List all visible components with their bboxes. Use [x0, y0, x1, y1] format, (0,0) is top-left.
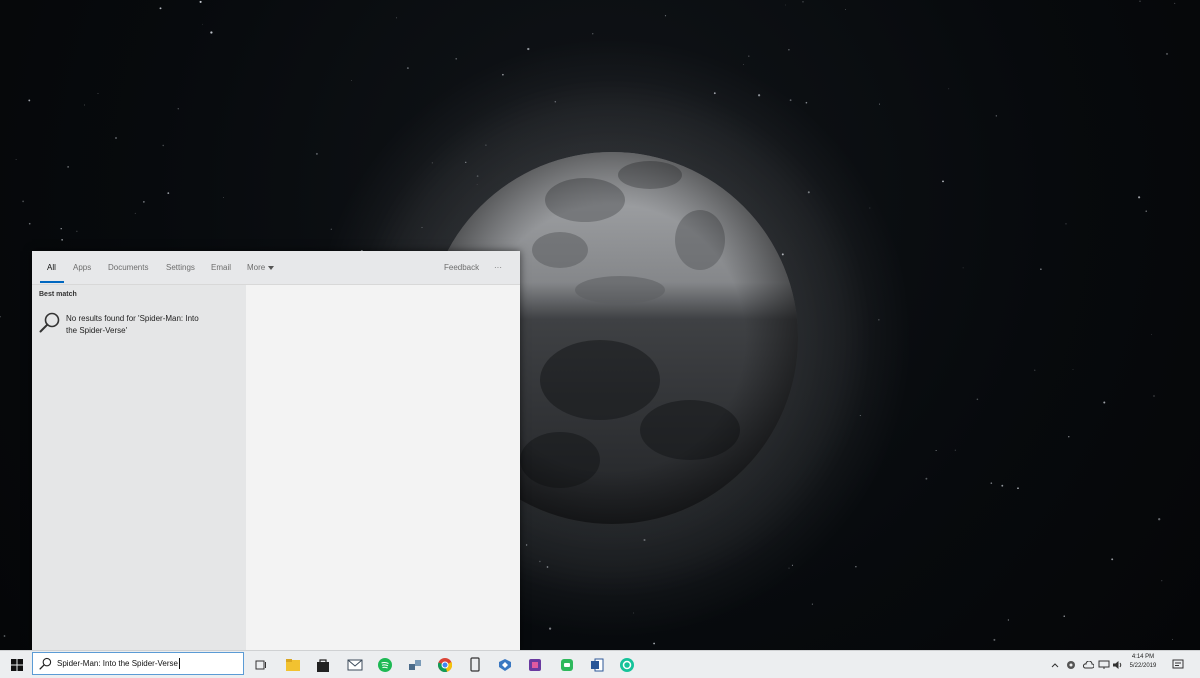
start-button[interactable]: [4, 651, 30, 678]
grammarly-button[interactable]: [614, 651, 640, 678]
messages-icon: [561, 658, 573, 671]
no-results-text: No results found for 'Spider-Man: Into t…: [66, 313, 234, 337]
phone-button[interactable]: [462, 651, 488, 678]
results-list-pane: Best match No results found for 'Spider-…: [32, 285, 246, 650]
tab-more-label: More: [247, 263, 266, 272]
grammarly-icon: [620, 657, 634, 672]
action-center-button[interactable]: [1168, 651, 1188, 678]
task-view-icon: [255, 660, 266, 669]
network-app-button[interactable]: [402, 651, 428, 678]
store-icon: [317, 658, 329, 672]
tray-app-icon: [1067, 660, 1075, 669]
media-app-icon: [529, 658, 541, 671]
phone-icon: [470, 657, 480, 672]
search-scope-tabs: All Apps Documents Settings Email More F…: [32, 251, 520, 285]
task-view-button[interactable]: [248, 651, 274, 678]
notification-icon: [1172, 659, 1184, 668]
chrome-icon: [438, 657, 452, 672]
mail-icon: [347, 659, 363, 670]
tab-documents[interactable]: Documents: [108, 251, 148, 284]
feedback-link[interactable]: Feedback: [444, 251, 479, 284]
onedrive-button[interactable]: [1080, 651, 1096, 678]
taskbar: Spider-Man: Into the Spider-Verse 4:14 P…: [0, 650, 1200, 678]
speaker-icon: [1113, 660, 1122, 669]
search-icon: [39, 312, 60, 333]
vpn-icon: [499, 658, 511, 671]
text-cursor: [178, 658, 180, 670]
word-button[interactable]: [584, 651, 610, 678]
tab-apps[interactable]: Apps: [73, 251, 91, 284]
show-hidden-icons-button[interactable]: [1048, 651, 1062, 678]
spotify-button[interactable]: [372, 651, 398, 678]
store-button[interactable]: [310, 651, 336, 678]
chevron-down-icon: [268, 265, 275, 270]
no-results-line-2: the Spider-Verse': [66, 326, 128, 335]
search-query-text: Spider-Man: Into the Spider-Verse: [57, 653, 180, 674]
no-results-line-1: No results found for 'Spider-Man: Into: [66, 314, 199, 323]
word-icon: [591, 658, 604, 671]
vpn-button[interactable]: [492, 651, 518, 678]
tab-settings[interactable]: Settings: [166, 251, 195, 284]
mail-button[interactable]: [342, 651, 368, 678]
file-explorer-button[interactable]: [280, 651, 306, 678]
tray-app-button[interactable]: [1063, 651, 1079, 678]
messages-button[interactable]: [554, 651, 580, 678]
active-tab-indicator: [40, 281, 64, 283]
monitor-icon: [1098, 660, 1110, 669]
more-options-button[interactable]: ···: [494, 251, 502, 284]
chrome-button[interactable]: [432, 651, 458, 678]
search-icon: [39, 657, 52, 670]
spotify-icon: [378, 657, 392, 672]
taskbar-search-input[interactable]: Spider-Man: Into the Spider-Verse: [32, 652, 244, 675]
search-query-value: Spider-Man: Into the Spider-Verse: [57, 659, 178, 668]
windows-logo-icon: [11, 658, 23, 671]
cloud-icon: [1083, 660, 1094, 668]
clock[interactable]: 4:14 PM 5/22/2019: [1124, 654, 1162, 669]
preview-pane: [246, 285, 520, 650]
file-explorer-icon: [286, 658, 300, 671]
tab-email[interactable]: Email: [211, 251, 231, 284]
network-app-icon: [409, 659, 421, 670]
tab-all[interactable]: All: [47, 251, 56, 284]
no-results-item[interactable]: No results found for 'Spider-Man: Into t…: [38, 307, 238, 343]
clock-date: 5/22/2019: [1129, 663, 1157, 669]
best-match-heading: Best match: [39, 291, 77, 298]
clock-time: 4:14 PM: [1131, 654, 1155, 660]
chevron-up-icon: [1051, 662, 1059, 667]
search-flyout: All Apps Documents Settings Email More F…: [32, 251, 520, 650]
tab-more[interactable]: More: [247, 251, 275, 284]
media-app-button[interactable]: [522, 651, 548, 678]
